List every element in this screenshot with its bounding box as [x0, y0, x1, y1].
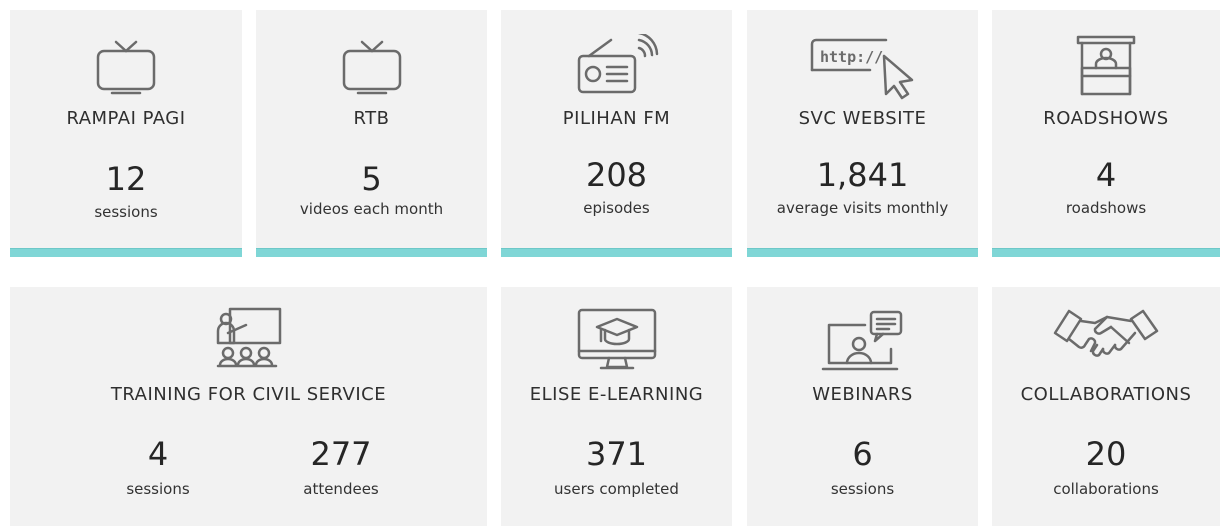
card-elise-e-learning: ELISE E-LEARNING 371 users completed [501, 287, 732, 526]
card-title: RAMPAI PAGI [66, 108, 186, 129]
card-unit: users completed [554, 480, 679, 498]
card-svc-website: http:// SVC WEBSITE 1,841 average visits… [747, 10, 978, 257]
card-value: 6 [852, 435, 873, 473]
card-webinars: WEBINARS 6 sessions [747, 287, 978, 526]
card-title: PILIHAN FM [562, 108, 671, 129]
accent-bar [992, 248, 1220, 257]
card-value: 208 [585, 156, 648, 194]
card-training-civil-service: TRAINING FOR CIVIL SERVICE 4 sessions 27… [10, 287, 487, 526]
card-unit: roadshows [1065, 199, 1147, 217]
card-title: SVC WEBSITE [798, 108, 927, 129]
card-value: 1,841 [816, 156, 909, 194]
video-call-chat-icon [821, 309, 905, 375]
accent-bar [256, 248, 487, 257]
accent-bar [501, 248, 732, 257]
card-title: WEBINARS [812, 384, 913, 405]
card-roadshows: ROADSHOWS 4 roadshows [992, 10, 1220, 257]
card-unit: attendees [303, 480, 379, 498]
browser-cursor-icon: http:// [808, 36, 918, 102]
card-unit: collaborations [1053, 480, 1159, 498]
card-collaborations: COLLABORATIONS 20 collaborations [992, 287, 1220, 526]
tv-icon [94, 38, 158, 96]
card-unit: average visits monthly [776, 199, 949, 217]
handshake-icon [1051, 307, 1161, 369]
url-text: http:// [820, 48, 883, 66]
stat-sessions: 4 sessions [78, 287, 238, 526]
card-unit: sessions [94, 203, 158, 221]
card-rampai-pagi: RAMPAI PAGI 12 sessions [10, 10, 242, 257]
card-unit: sessions [830, 480, 895, 498]
stat-attendees: 277 attendees [261, 287, 421, 526]
accent-bar [10, 248, 242, 257]
radio-icon [575, 34, 659, 96]
card-rtb: RTB 5 videos each month [256, 10, 487, 257]
card-unit: episodes [583, 199, 650, 217]
card-value: 371 [585, 435, 648, 473]
card-value: 5 [361, 160, 382, 198]
card-unit: videos each month [299, 200, 444, 218]
card-pilihan-fm: PILIHAN FM 208 episodes [501, 10, 732, 257]
card-value: 4 [1095, 156, 1117, 194]
card-value: 4 [147, 435, 169, 473]
card-value: 20 [1085, 435, 1127, 473]
graduation-monitor-icon [575, 307, 659, 373]
card-title: RTB [353, 108, 390, 129]
card-value: 12 [105, 160, 147, 198]
card-title: ELISE E-LEARNING [529, 384, 704, 405]
card-value: 277 [310, 435, 372, 473]
accent-bar [747, 248, 978, 257]
tv-icon [340, 38, 404, 96]
booth-icon [1074, 34, 1138, 98]
card-title: ROADSHOWS [1043, 108, 1169, 129]
card-title: COLLABORATIONS [1020, 384, 1192, 405]
card-unit: sessions [126, 480, 190, 498]
